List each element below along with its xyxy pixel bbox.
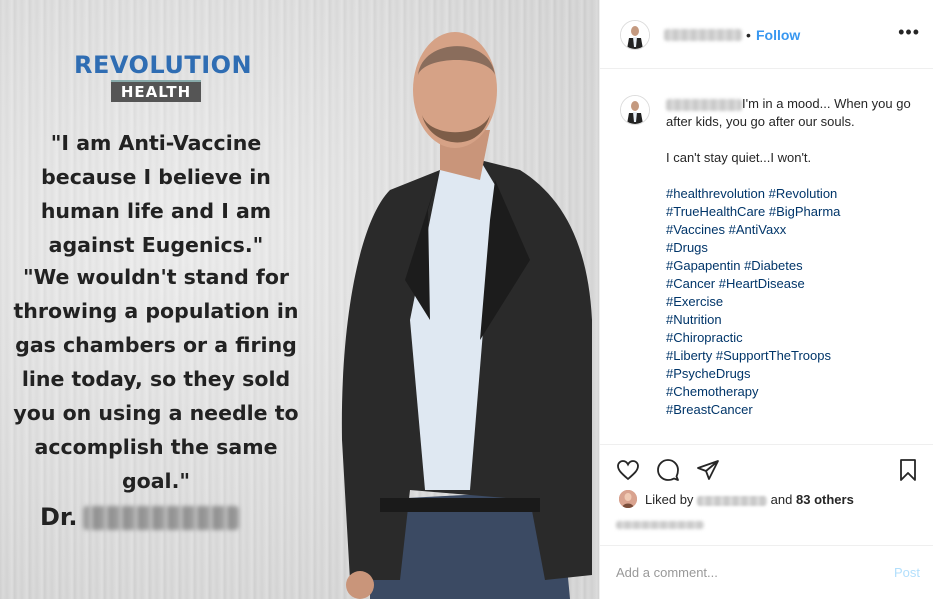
hashtag-line[interactable]: #Chemotherapy — [666, 383, 916, 401]
share-icon[interactable] — [696, 458, 720, 482]
follow-button[interactable]: Follow — [756, 27, 800, 43]
liker-username-blurred[interactable] — [697, 495, 768, 506]
hashtag-line[interactable]: #healthrevolution #Revolution — [666, 185, 916, 203]
logo-top-text: REVOLUTION — [74, 51, 253, 79]
hashtag-line[interactable]: #Gapapentin #Diabetes — [666, 257, 916, 275]
hashtag-line[interactable]: #Exercise — [666, 293, 916, 311]
blurred-name — [83, 506, 240, 530]
likes-and-label: and — [770, 492, 793, 507]
quote-1: "I am Anti-Vaccine because I believe in … — [40, 131, 272, 257]
heart-icon[interactable] — [616, 458, 640, 482]
post-header: • Follow ••• — [600, 0, 933, 69]
post-side-panel: • Follow ••• I'm in a mood... When you g… — [599, 0, 933, 599]
caption-line-2: I can't stay quiet...I won't. — [666, 150, 812, 165]
man-in-blazer-photo — [341, 32, 592, 599]
hashtag-line[interactable]: #Cancer #HeartDisease — [666, 275, 916, 293]
caption-intro: I'm in a mood... When you go after kids,… — [666, 96, 911, 129]
comment-input[interactable] — [616, 565, 866, 580]
post-timestamp-blurred[interactable] — [616, 521, 704, 529]
hashtag-line[interactable]: #Nutrition — [666, 311, 916, 329]
instagram-post: REVOLUTION HEALTH "I am Anti-Vaccine bec… — [0, 0, 933, 599]
quote-2: "We wouldn't stand for throwing a popula… — [13, 265, 299, 493]
doctor-signature: Dr. — [40, 503, 240, 531]
comment-bar: Post — [600, 545, 933, 600]
post-image[interactable]: REVOLUTION HEALTH "I am Anti-Vaccine bec… — [0, 0, 599, 599]
liker-avatar[interactable] — [619, 490, 637, 508]
hashtag-line[interactable]: #TrueHealthCare #BigPharma — [666, 203, 916, 221]
hashtag-line[interactable]: #Drugs — [666, 239, 916, 257]
hashtag-line[interactable]: #Vaccines #AntiVaxx — [666, 221, 916, 239]
likes-text: Liked by and 83 others — [645, 492, 854, 507]
action-bar — [600, 444, 933, 491]
separator-dot: • — [746, 27, 751, 43]
hashtag-line[interactable]: #PsycheDrugs — [666, 365, 916, 383]
post-comment-button[interactable]: Post — [894, 565, 920, 580]
likes-row: Liked by and 83 others — [616, 490, 926, 512]
comment-icon[interactable] — [656, 458, 680, 482]
caption-area: I'm in a mood... When you go after kids,… — [600, 69, 933, 443]
author-username-blurred[interactable] — [664, 29, 742, 41]
hashtag-line[interactable]: #BreastCancer — [666, 401, 916, 419]
author-avatar[interactable] — [620, 20, 650, 50]
likes-others-link[interactable]: 83 others — [796, 492, 854, 507]
liked-by-label: Liked by — [645, 492, 694, 507]
logo-bottom-text: HEALTH — [110, 80, 202, 102]
bookmark-icon[interactable] — [896, 458, 920, 482]
caption-author-avatar[interactable] — [620, 95, 650, 125]
caption-text: I'm in a mood... When you go after kids,… — [666, 95, 916, 419]
hashtag-line[interactable]: #Chiropractic — [666, 329, 916, 347]
more-options-icon[interactable]: ••• — [898, 22, 920, 43]
revolution-health-logo: REVOLUTION HEALTH — [74, 51, 253, 102]
doctor-prefix: Dr. — [40, 503, 78, 531]
hashtag-line[interactable]: #Liberty #SupportTheTroops — [666, 347, 916, 365]
